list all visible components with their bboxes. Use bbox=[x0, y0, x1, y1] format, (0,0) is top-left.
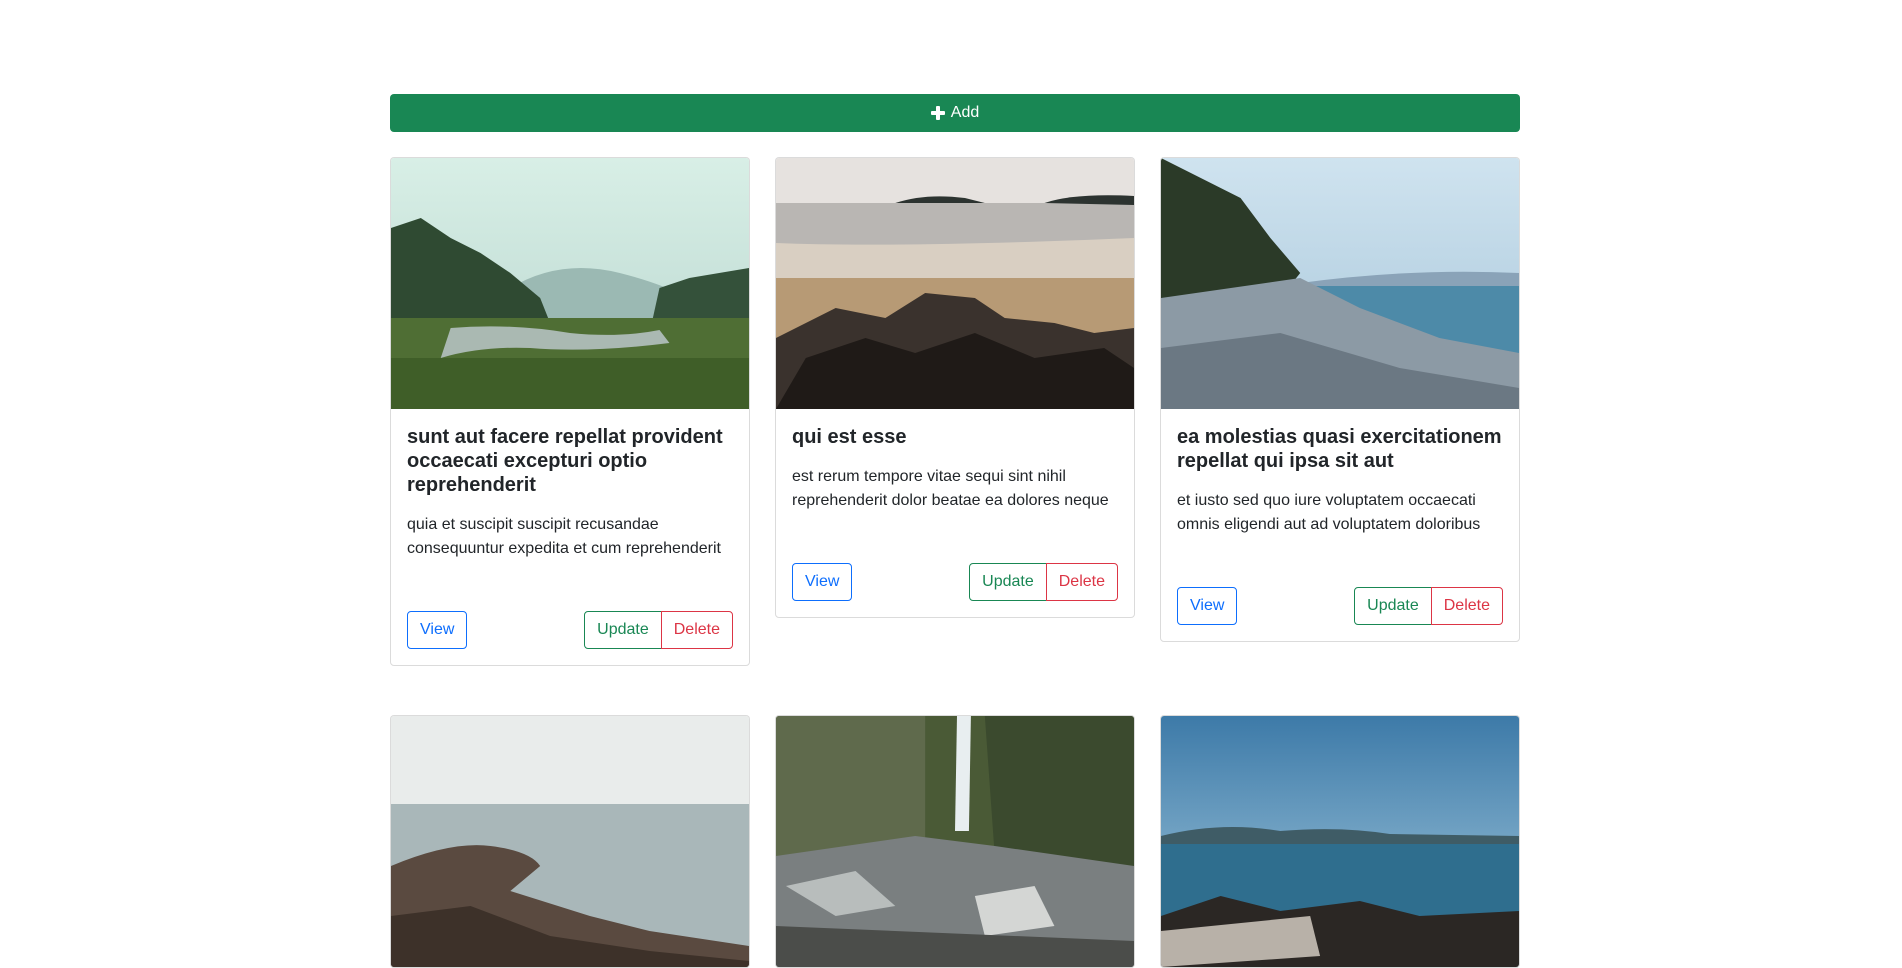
add-button-label: Add bbox=[950, 104, 980, 121]
post-title: ea molestias quasi exercitationem repell… bbox=[1177, 426, 1502, 472]
card-row: sunt aut facere repellat provident occae… bbox=[390, 157, 1520, 666]
post-card bbox=[390, 715, 750, 968]
post-actions-group: Update Delete bbox=[584, 611, 733, 649]
post-actions-group: Update Delete bbox=[1354, 587, 1503, 625]
post-card: qui est esse est rerum tempore vitae seq… bbox=[775, 157, 1135, 618]
post-actions-group: Update Delete bbox=[969, 563, 1118, 601]
plus-icon bbox=[930, 106, 945, 120]
post-image-waterfall bbox=[776, 716, 1134, 967]
post-body: quia et suscipit suscipit recusandae con… bbox=[407, 516, 721, 557]
post-card: sunt aut facere repellat provident occae… bbox=[390, 157, 750, 666]
post-image-misty-valley bbox=[391, 158, 749, 409]
post-image-beach-rocks bbox=[776, 158, 1134, 409]
posts-container: Add sunt aut facere repellat provident o… bbox=[390, 94, 1520, 968]
add-button[interactable]: Add bbox=[390, 94, 1520, 132]
post-card bbox=[775, 715, 1135, 968]
delete-button[interactable]: Delete bbox=[1045, 563, 1118, 601]
view-button[interactable]: View bbox=[1177, 587, 1238, 625]
update-button[interactable]: Update bbox=[969, 563, 1047, 601]
post-body: est rerum tempore vitae sequi sint nihil… bbox=[792, 468, 1109, 509]
view-button[interactable]: View bbox=[407, 611, 468, 649]
post-card: ea molestias quasi exercitationem repell… bbox=[1160, 157, 1520, 642]
post-title: sunt aut facere repellat provident occae… bbox=[407, 426, 723, 496]
post-title: qui est esse bbox=[792, 426, 907, 448]
update-button[interactable]: Update bbox=[584, 611, 662, 649]
delete-button[interactable]: Delete bbox=[660, 611, 733, 649]
view-button[interactable]: View bbox=[792, 563, 853, 601]
post-image-rocky-coast bbox=[391, 716, 749, 967]
update-button[interactable]: Update bbox=[1354, 587, 1432, 625]
post-image-lake-logs bbox=[1161, 716, 1519, 967]
post-body: et iusto sed quo iure voluptatem occaeca… bbox=[1177, 492, 1481, 533]
card-row bbox=[390, 715, 1520, 968]
delete-button[interactable]: Delete bbox=[1430, 587, 1503, 625]
post-image-pebble-shore bbox=[1161, 158, 1519, 409]
post-card bbox=[1160, 715, 1520, 968]
